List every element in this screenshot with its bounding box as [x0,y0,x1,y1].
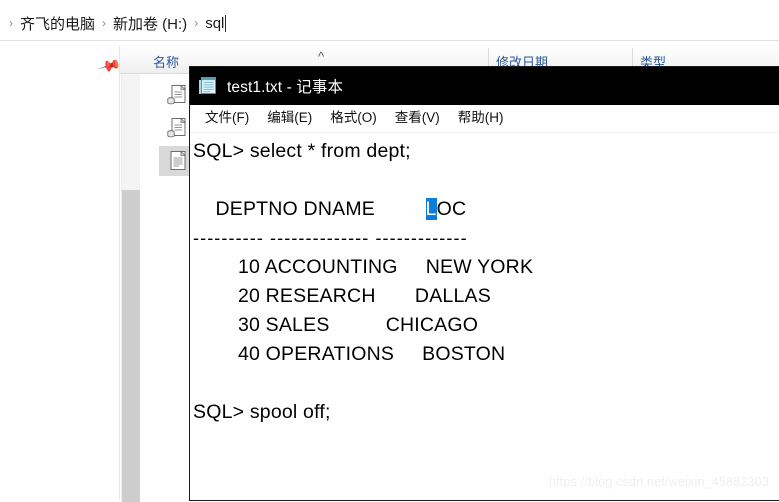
sql-file-icon [167,117,186,138]
breadcrumb-item-computer[interactable]: 齐飞的电脑 [20,13,95,34]
notepad-titlebar[interactable]: test1.txt - 记事本 [190,67,779,105]
text-line-query: SQL> select * from dept; [193,140,411,162]
text-file-icon [170,150,186,170]
menu-file[interactable]: 文件(F) [196,108,258,128]
menu-format[interactable]: 格式(O) [321,108,386,128]
breadcrumb-separator-2: › [194,16,199,30]
notepad-window: test1.txt - 记事本 文件(F) 编辑(E) 格式(O) 查看(V) … [190,67,779,500]
scrollbar-thumb[interactable] [122,190,140,502]
selected-character: L [425,198,437,220]
column-header-prefix: DEPTNO DNAME [193,198,426,220]
column-header-name[interactable]: 名称 [153,52,179,71]
breadcrumb-item-sql[interactable]: sql [205,15,224,32]
notepad-menubar: 文件(F) 编辑(E) 格式(O) 查看(V) 帮助(H) [190,105,779,133]
notepad-text-area[interactable]: SQL> select * from dept; DEPTNO DNAME LO… [190,133,779,500]
breadcrumb[interactable]: › 齐飞的电脑 › 新加卷 (H:) › sql [0,8,779,38]
breadcrumb-separator-0: › [9,16,13,30]
text-line-blank-1 [193,166,779,195]
breadcrumb-text-caret [225,14,227,32]
breadcrumb-separator-1: › [102,16,107,30]
menu-view[interactable]: 查看(V) [386,108,449,128]
text-line-row: 20 RESEARCH DALLAS [193,285,491,307]
column-header-suffix: OC [436,198,467,220]
menu-help[interactable]: 帮助(H) [449,108,513,128]
watermark: https://blog.csdn.net/weixin_45882303 [548,475,769,489]
text-line-row: 40 OPERATIONS BOSTON [193,343,506,365]
text-line-spool-off: SQL> spool off; [193,401,331,423]
text-line-blank-2 [193,369,779,398]
breadcrumb-item-volume[interactable]: 新加卷 (H:) [113,13,187,34]
sort-ascending-icon: ^ [318,49,325,64]
breadcrumb-divider [0,40,779,41]
navigation-pane [0,46,120,500]
text-line-row: 30 SALES CHICAGO [193,314,479,336]
text-line-column-header: DEPTNO DNAME LOC [193,195,779,224]
sql-file-icon [167,84,186,105]
text-line-divider: ---------- -------------- ------------- [193,228,468,248]
menu-edit[interactable]: 编辑(E) [258,108,321,128]
notepad-title-text: test1.txt - 记事本 [227,79,344,96]
navigation-pane-scrollbar[interactable]: ^ [121,46,140,502]
text-line-row: 10 ACCOUNTING NEW YORK [193,256,534,278]
notepad-icon [199,77,216,94]
